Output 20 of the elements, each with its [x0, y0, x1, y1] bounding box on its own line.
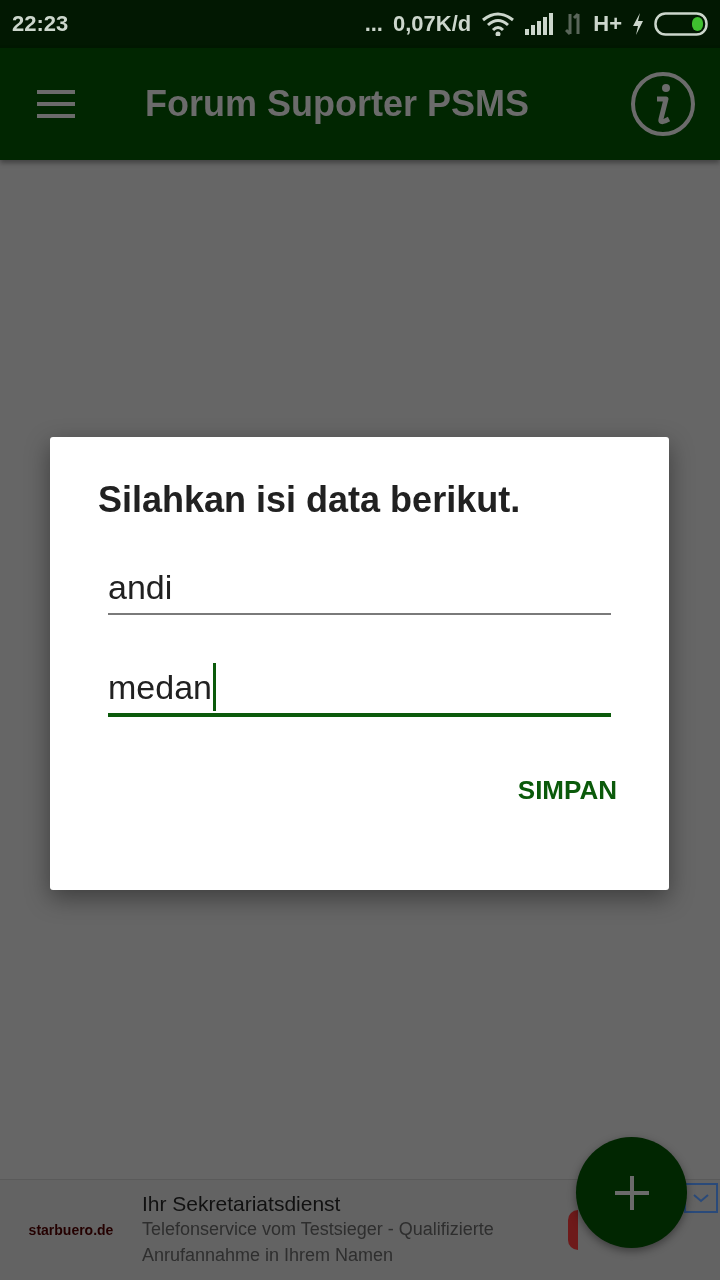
- chevron-down-icon[interactable]: [684, 1183, 718, 1213]
- save-button[interactable]: SIMPAN: [513, 771, 621, 810]
- input-field[interactable]: andi: [108, 561, 611, 615]
- network-speed: 0,07K/d: [393, 11, 472, 37]
- dialog-title: Silahkan isi data berikut.: [98, 479, 522, 521]
- ad-action-button[interactable]: [568, 1210, 578, 1250]
- ad-logo: starbuero.de: [27, 1222, 115, 1238]
- info-icon[interactable]: [630, 71, 696, 137]
- menu-icon[interactable]: [37, 90, 75, 118]
- signal-icon: [525, 13, 556, 35]
- ad-title: Ihr Sekretariatsdienst: [142, 1192, 342, 1216]
- notification-dots: ...: [364, 11, 383, 37]
- wifi-icon: [481, 12, 516, 36]
- charging-icon: [632, 13, 644, 35]
- plus-icon: [614, 1175, 649, 1210]
- app-title: Forum Suporter PSMS: [145, 83, 531, 125]
- battery-icon: [654, 12, 708, 36]
- network-type: H+: [593, 11, 622, 37]
- input-field[interactable]: medan: [108, 661, 611, 717]
- status-time: 22:23: [12, 11, 69, 37]
